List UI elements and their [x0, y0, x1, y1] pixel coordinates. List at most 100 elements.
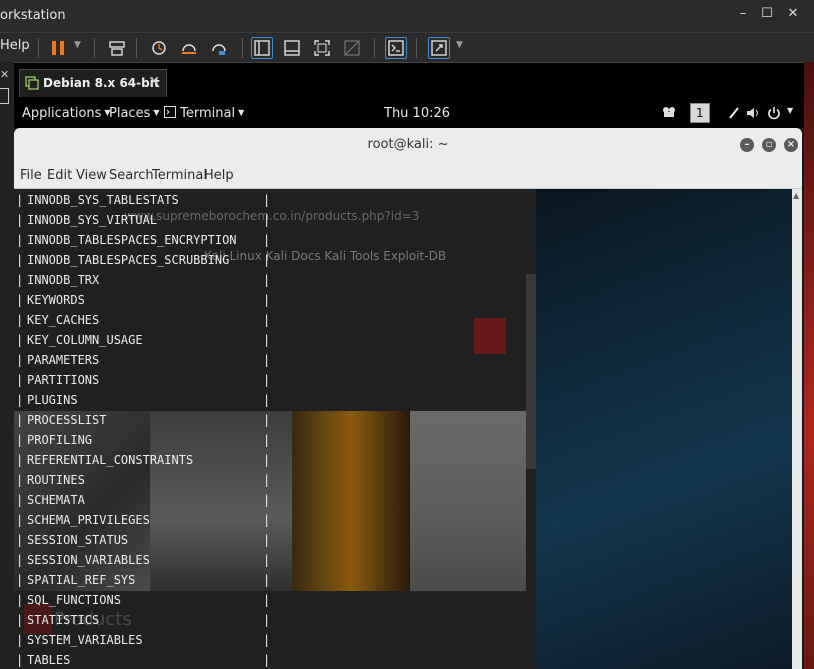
stretch-dropdown-icon[interactable]: ▼: [456, 40, 463, 50]
table-name: INNODB_TABLESPACES_SCRUBBING: [27, 253, 230, 267]
table-border: |: [263, 253, 271, 267]
table-border: |: [16, 433, 24, 447]
table-border: |: [16, 313, 24, 327]
table-name: SESSION_STATUS: [27, 533, 129, 547]
applications-menu[interactable]: Applications ▼: [22, 106, 111, 121]
terminal-menubar: File Edit View Search Terminal Help: [14, 162, 802, 189]
table-border: |: [263, 453, 271, 467]
revert-snapshot-icon[interactable]: [178, 37, 200, 59]
table-border: |: [263, 473, 271, 487]
table-name: KEY_COLUMN_USAGE: [27, 333, 143, 347]
menu-search[interactable]: Search: [109, 168, 154, 183]
table-border: |: [263, 493, 271, 507]
table-name: STATISTICS: [27, 613, 100, 627]
system-menu-chevron-icon[interactable]: ▼: [787, 106, 793, 115]
table-border: |: [16, 513, 24, 527]
terminal-icon[interactable]: [385, 37, 407, 59]
minimize-button[interactable]: –: [734, 6, 752, 21]
table-name: SCHEMATA: [27, 493, 85, 507]
host-desktop-edge: [804, 62, 814, 669]
terminal-scrollbar[interactable]: ▲: [792, 189, 802, 669]
fullscreen-icon[interactable]: [311, 37, 333, 59]
table-border: |: [16, 493, 24, 507]
library-sidebar-collapsed[interactable]: ✕: [0, 62, 14, 669]
table-border: |: [16, 393, 24, 407]
table-border: |: [263, 273, 271, 287]
stretch-icon[interactable]: [428, 37, 450, 59]
menu-edit[interactable]: Edit: [47, 168, 72, 183]
table-border: |: [263, 533, 271, 547]
terminal-titlebar: root@kali: ~ – ▫ ×: [14, 128, 802, 162]
table-name: PROFILING: [27, 433, 93, 447]
places-label: Places: [109, 106, 151, 121]
send-keys-icon[interactable]: [106, 37, 128, 59]
snapshot-icon[interactable]: [148, 37, 170, 59]
toolbar-divider: [94, 38, 95, 58]
menu-view[interactable]: View: [76, 168, 107, 183]
pause-dropdown-icon[interactable]: ▼: [74, 40, 81, 50]
terminal-title: root@kali: ~: [367, 137, 449, 152]
table-name: ROUTINES: [27, 473, 85, 487]
vm-tab[interactable]: Debian 8.x 64-bit ✕: [19, 69, 167, 97]
table-name: INNODB_SYS_VIRTUAL: [27, 213, 158, 227]
sidebar-view-icon[interactable]: [251, 37, 273, 59]
table-border: |: [263, 653, 271, 667]
host-title: orkstation: [0, 8, 66, 23]
table-border: |: [263, 613, 271, 627]
snapshot-manager-icon[interactable]: [208, 37, 230, 59]
table-border: |: [16, 373, 24, 387]
table-name: INNODB_SYS_TABLESTATS: [27, 193, 179, 207]
console-view-icon[interactable]: [281, 37, 303, 59]
ghost-product-image: [150, 411, 292, 591]
ghost-menu-button: [474, 318, 506, 354]
terminal-app-menu[interactable]: Terminal ▼: [164, 106, 244, 121]
toolbar-divider: [136, 38, 137, 58]
scroll-up-icon[interactable]: ▲: [793, 191, 799, 200]
table-name: SQL_FUNCTIONS: [27, 593, 121, 607]
terminal-maximize-icon[interactable]: ▫: [762, 138, 776, 152]
table-border: |: [16, 253, 24, 267]
table-border: |: [263, 213, 271, 227]
toolbar-divider: [416, 38, 417, 58]
menu-file[interactable]: File: [20, 168, 42, 183]
camera-icon[interactable]: [662, 106, 676, 122]
maximize-button[interactable]: ☐: [758, 6, 776, 21]
places-menu[interactable]: Places ▼: [109, 106, 160, 121]
applications-label: Applications: [22, 106, 102, 121]
close-icon[interactable]: ✕: [0, 68, 9, 81]
toolbar-divider: [242, 38, 243, 58]
help-menu[interactable]: Help: [0, 38, 30, 53]
volume-icon[interactable]: [746, 106, 762, 124]
ghost-product-image: [292, 411, 410, 591]
ghost-product-image: [410, 411, 526, 591]
terminal-app-label: Terminal: [180, 106, 236, 121]
table-border: |: [16, 453, 24, 467]
clock[interactable]: Thu 10:26: [384, 106, 450, 121]
terminal-close-icon[interactable]: ×: [784, 138, 798, 152]
table-name: SESSION_VARIABLES: [27, 553, 150, 567]
terminal-body[interactable]: www.supremeborochem.co.in/products.php?i…: [14, 189, 536, 669]
table-border: |: [16, 233, 24, 247]
terminal-minimize-icon[interactable]: –: [740, 138, 754, 152]
vm-tab-close-icon[interactable]: ✕: [148, 74, 160, 90]
workspace-indicator[interactable]: 1: [690, 103, 710, 123]
close-button[interactable]: ✕: [784, 6, 802, 21]
pen-icon[interactable]: [728, 106, 740, 124]
table-border: |: [16, 473, 24, 487]
table-border: |: [16, 353, 24, 367]
table-name: KEYWORDS: [27, 293, 85, 307]
table-border: |: [263, 433, 271, 447]
pause-icon[interactable]: [47, 37, 69, 59]
vmware-toolbar: Help ▼ ▼: [0, 32, 814, 62]
table-name: PROCESSLIST: [27, 413, 107, 427]
menu-terminal[interactable]: Terminal: [152, 168, 207, 183]
table-border: |: [16, 413, 24, 427]
unity-icon[interactable]: [341, 37, 363, 59]
desktop-wallpaper: [536, 189, 792, 669]
table-border: |: [16, 633, 24, 647]
power-icon[interactable]: [767, 106, 781, 124]
table-border: |: [16, 613, 24, 627]
menu-help[interactable]: Help: [204, 168, 234, 183]
terminal-app-icon: [164, 106, 176, 118]
vm-tab-label: Debian 8.x 64-bit: [43, 76, 160, 90]
